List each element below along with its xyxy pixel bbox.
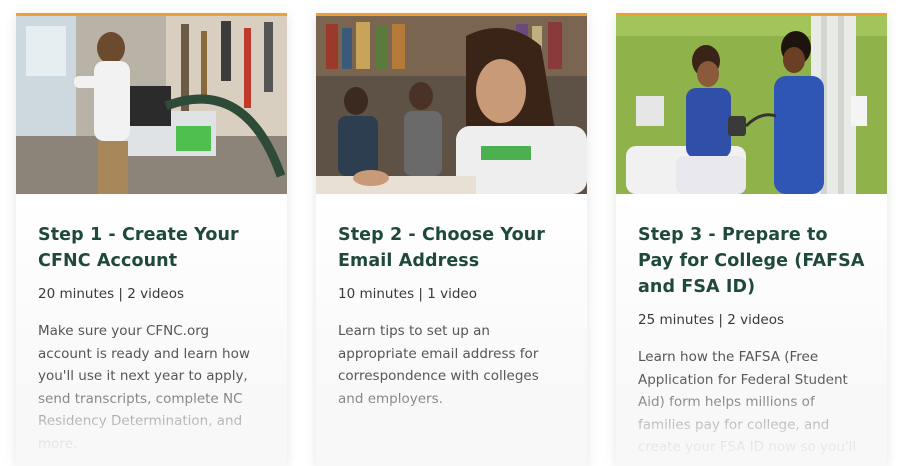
card-duration: 25 minutes | 2 videos xyxy=(638,312,785,328)
card-description: Make sure your CFNC.org account is ready… xyxy=(38,323,250,452)
card-description: Learn tips to set up an appropriate emai… xyxy=(338,323,539,407)
card-duration: 20 minutes | 2 videos xyxy=(38,286,185,302)
card-body: Step 3 - Prepare to Pay for College (FAF… xyxy=(638,222,867,459)
step-card-2[interactable]: Step 2 - Choose Your Email Address 10 mi… xyxy=(316,13,587,466)
card-photo xyxy=(616,16,887,194)
card-title[interactable]: Step 2 - Choose Your Email Address xyxy=(338,222,567,274)
card-photo xyxy=(16,16,287,194)
card-title[interactable]: Step 1 - Create Your CFNC Account xyxy=(38,222,267,274)
card-title[interactable]: Step 3 - Prepare to Pay for College (FAF… xyxy=(638,222,867,300)
card-duration: 10 minutes | 1 video xyxy=(338,286,478,302)
step-card-3[interactable]: Step 3 - Prepare to Pay for College (FAF… xyxy=(616,13,887,466)
step-card-1[interactable]: Step 1 - Create Your CFNC Account 20 min… xyxy=(16,13,287,466)
step-cards: Step 1 - Create Your CFNC Account 20 min… xyxy=(0,0,905,466)
card-body: Step 2 - Choose Your Email Address 10 mi… xyxy=(338,222,567,410)
card-description: Learn how the FAFSA (Free Application fo… xyxy=(638,349,857,455)
card-photo xyxy=(316,16,587,194)
card-body: Step 1 - Create Your CFNC Account 20 min… xyxy=(38,222,267,455)
